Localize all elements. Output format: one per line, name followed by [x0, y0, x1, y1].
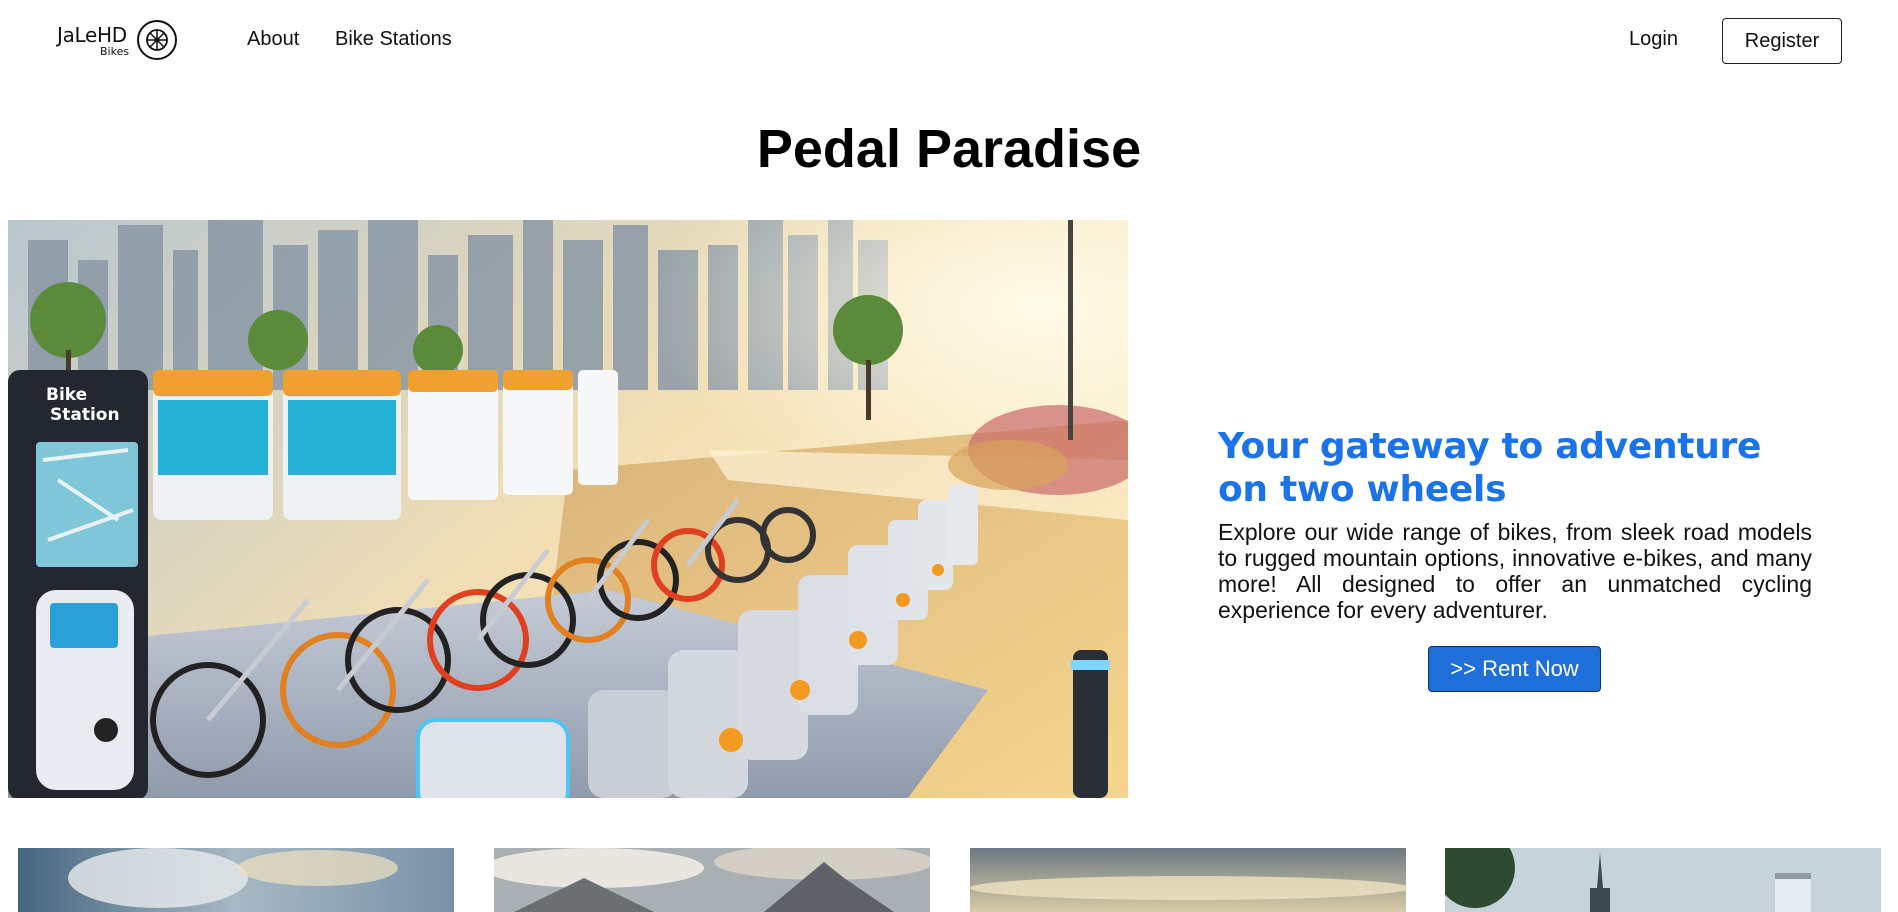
login-link[interactable]: Login	[1629, 28, 1678, 51]
brand-logo[interactable]: JaLeHD Bikes	[57, 18, 181, 64]
sky-landscape-image[interactable]	[18, 848, 454, 912]
kiosk-sign-line2: Station	[50, 405, 120, 425]
hero-heading: Your gateway to adventure on two wheels	[1218, 426, 1762, 510]
hero-text-block: Your gateway to adventure on two wheels …	[1218, 425, 1812, 623]
wheel-icon	[137, 20, 177, 60]
horizon-landscape-image[interactable]	[970, 848, 1406, 912]
city-landscape-image[interactable]	[1445, 848, 1881, 912]
hero-image: Bike Station	[8, 220, 1128, 798]
rent-now-button[interactable]: >> Rent Now	[1428, 646, 1601, 692]
register-button[interactable]: Register	[1722, 18, 1842, 64]
nav-link-about[interactable]: About	[247, 28, 299, 51]
logo-subtext: Bikes	[100, 45, 130, 58]
page-title: Pedal Paradise	[756, 119, 1142, 179]
logo-text: JaLeHD	[57, 23, 127, 47]
kiosk-sign-line1: Bike	[46, 385, 87, 405]
hero-description: Explore our wide range of bikes, from sl…	[1218, 519, 1812, 623]
mountain-landscape-image[interactable]	[494, 848, 930, 912]
top-navbar: JaLeHD Bikes About Bike Stations Login R…	[0, 0, 1898, 80]
nav-link-bike-stations[interactable]: Bike Stations	[335, 28, 452, 51]
